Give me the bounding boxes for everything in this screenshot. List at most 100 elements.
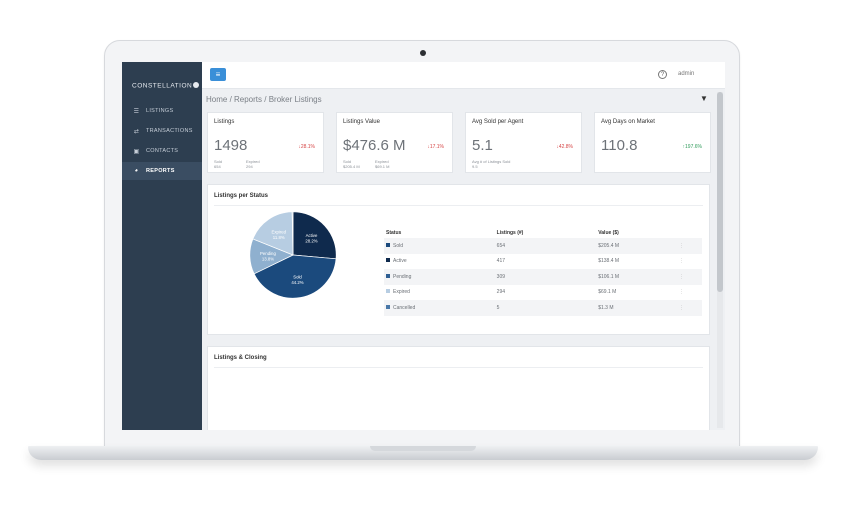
legend-swatch [386,258,390,263]
status-cell: Active [384,254,495,270]
pie-chart-icon: ◕ [134,168,139,174]
status-pie-chart: Active28.2% Sold44.2% Pending13.8% Expired1… [249,211,337,299]
kpi-sub-value: $69.1 M [375,164,390,169]
kpi-card-avg-days: Avg Days on Market 110.8 ↑197.6% [594,112,711,173]
row-menu-icon[interactable]: ⋮ [677,285,702,301]
status-cell: Sold [384,238,495,254]
filter-icon[interactable]: ▼ [700,94,708,103]
listings-closing-card: Listings & Closing [207,346,710,430]
kpi-value: 5.1 [472,137,493,154]
status-cell: Pending [384,269,495,285]
help-icon[interactable]: ? [658,70,667,79]
pie-percent-label: 11.8% [273,235,285,240]
sidebar-item-label: CONTACTS [146,148,179,154]
kpi-card-avg-sold: Avg Sold per Agent 5.1 ↓42.8% Avg # of L… [465,112,582,173]
status-label: Cancelled [393,304,416,311]
row-menu-icon[interactable]: ⋮ [677,269,702,285]
logo-text: CONSTELLATION [132,82,193,90]
hamburger-icon: ≡ [215,70,221,79]
laptop-notch [370,446,476,451]
sidebar-item-reports[interactable]: ◕ REPORTS [122,162,202,180]
divider [214,367,703,368]
kpi-title: Avg Days on Market [601,119,655,125]
kpi-change: ↓42.8% [556,144,573,150]
kpi-change: ↓28.1% [298,144,315,150]
row-menu-icon[interactable]: ⋮ [677,254,702,270]
pie-label: Pending [260,251,276,256]
pie-percent-label: 13.8% [262,256,274,261]
column-header-actions [677,228,702,238]
table-row[interactable]: Sold 654 $205.4 M ⋮ [384,238,702,254]
kpi-title: Listings [214,119,235,125]
kpi-title: Avg Sold per Agent [472,119,524,125]
kpi-change-value: 28.1% [300,144,315,150]
kpi-change: ↓17.1% [427,144,444,150]
menu-button[interactable]: ≡ [210,68,226,81]
kpi-title: Listings Value [343,119,380,125]
topbar: ≡ ? admin [202,62,725,89]
kpi-value: $476.6 M [343,137,406,154]
logo-mark-icon [193,82,200,88]
legend-swatch [386,304,390,309]
sidebar-item-transactions[interactable]: ⇄ TRANSACTIONS [122,122,202,140]
kpi-sub-value: $205.4 M [343,164,360,169]
scrollbar-thumb[interactable] [717,92,723,292]
divider [214,205,703,206]
column-header: Status [386,230,402,236]
kpi-change: ↑197.6% [682,144,702,150]
kpi-sub-value: 654 [214,164,221,169]
listings-cell: 417 [496,258,506,265]
value-cell: $1.3 M [596,300,678,316]
kpi-sub: Expired 294 [246,159,260,169]
row-menu-icon[interactable]: ⋮ [677,238,702,254]
list-icon: ☰ [133,108,140,115]
card-title: Listings per Status [214,193,269,199]
kpi-sub-value: 294 [246,164,253,169]
value-cell: $138.4 M [598,258,620,265]
status-label: Active [393,258,407,265]
breadcrumb: Home / Reports / Broker Listings [206,95,322,104]
status-cell: Cancelled [384,300,495,316]
sidebar-item-label: TRANSACTIONS [146,128,193,134]
kpi-sub-value: 9.5 [472,164,478,169]
table-row[interactable]: Expired 294 $69.1 M ⋮ [384,285,702,301]
table-row[interactable]: Cancelled 5 $1.3 M ⋮ [384,300,702,316]
kpi-sub: Sold 654 [214,159,222,169]
transfer-icon: ⇄ [133,128,140,135]
legend-swatch [386,289,390,294]
kpi-sub: Expired $69.1 M [375,159,389,169]
status-label: Pending [393,273,412,280]
value-cell: $106.1 M [596,269,678,285]
camera-icon [420,50,426,56]
scrollbar[interactable] [717,92,723,428]
kpi-value: 1498 [214,137,248,154]
sidebar-item-listings[interactable]: ☰ LISTINGS [122,102,202,120]
listings-cell: 309 [494,269,597,285]
kpi-value: 110.8 [601,137,638,154]
table-row[interactable]: Active 417 $138.4 M ⋮ [384,254,702,270]
status-table: Status Listings (#) Value ($) Sold 654 $… [384,228,702,316]
pie-label: Active [306,233,318,238]
status-label: Sold [393,242,404,249]
table-header-row: Status Listings (#) Value ($) [384,228,702,238]
sidebar-item-contacts[interactable]: ▣ CONTACTS [122,142,202,160]
kpi-change-value: 197.6% [685,144,702,150]
pie-label: Expired [271,229,286,234]
pie-label: Sold [293,275,302,280]
value-cell: $205.4 M [596,238,678,254]
kpi-change-value: 42.8% [558,144,573,150]
sidebar: CONSTELLATION ☰ LISTINGS ⇄ TRANSACTIONS … [122,62,202,430]
legend-swatch [386,273,390,278]
sidebar-item-label: REPORTS [146,168,175,174]
user-menu[interactable]: admin [678,71,694,77]
column-header: Listings (#) [496,230,524,236]
status-label: Expired [393,289,410,296]
listings-cell: 654 [494,238,597,254]
row-menu-icon[interactable]: ⋮ [677,300,702,316]
kpi-card-listings: Listings 1498 ↓28.1% Sold 654 Expired 294 [207,112,324,173]
kpi-card-listings-value: Listings Value $476.6 M ↓17.1% Sold $205.… [336,112,453,173]
table-row[interactable]: Pending 309 $106.1 M ⋮ [384,269,702,285]
logo[interactable]: CONSTELLATION [132,82,200,90]
column-header: Value ($) [598,230,619,236]
legend-swatch [386,242,390,247]
